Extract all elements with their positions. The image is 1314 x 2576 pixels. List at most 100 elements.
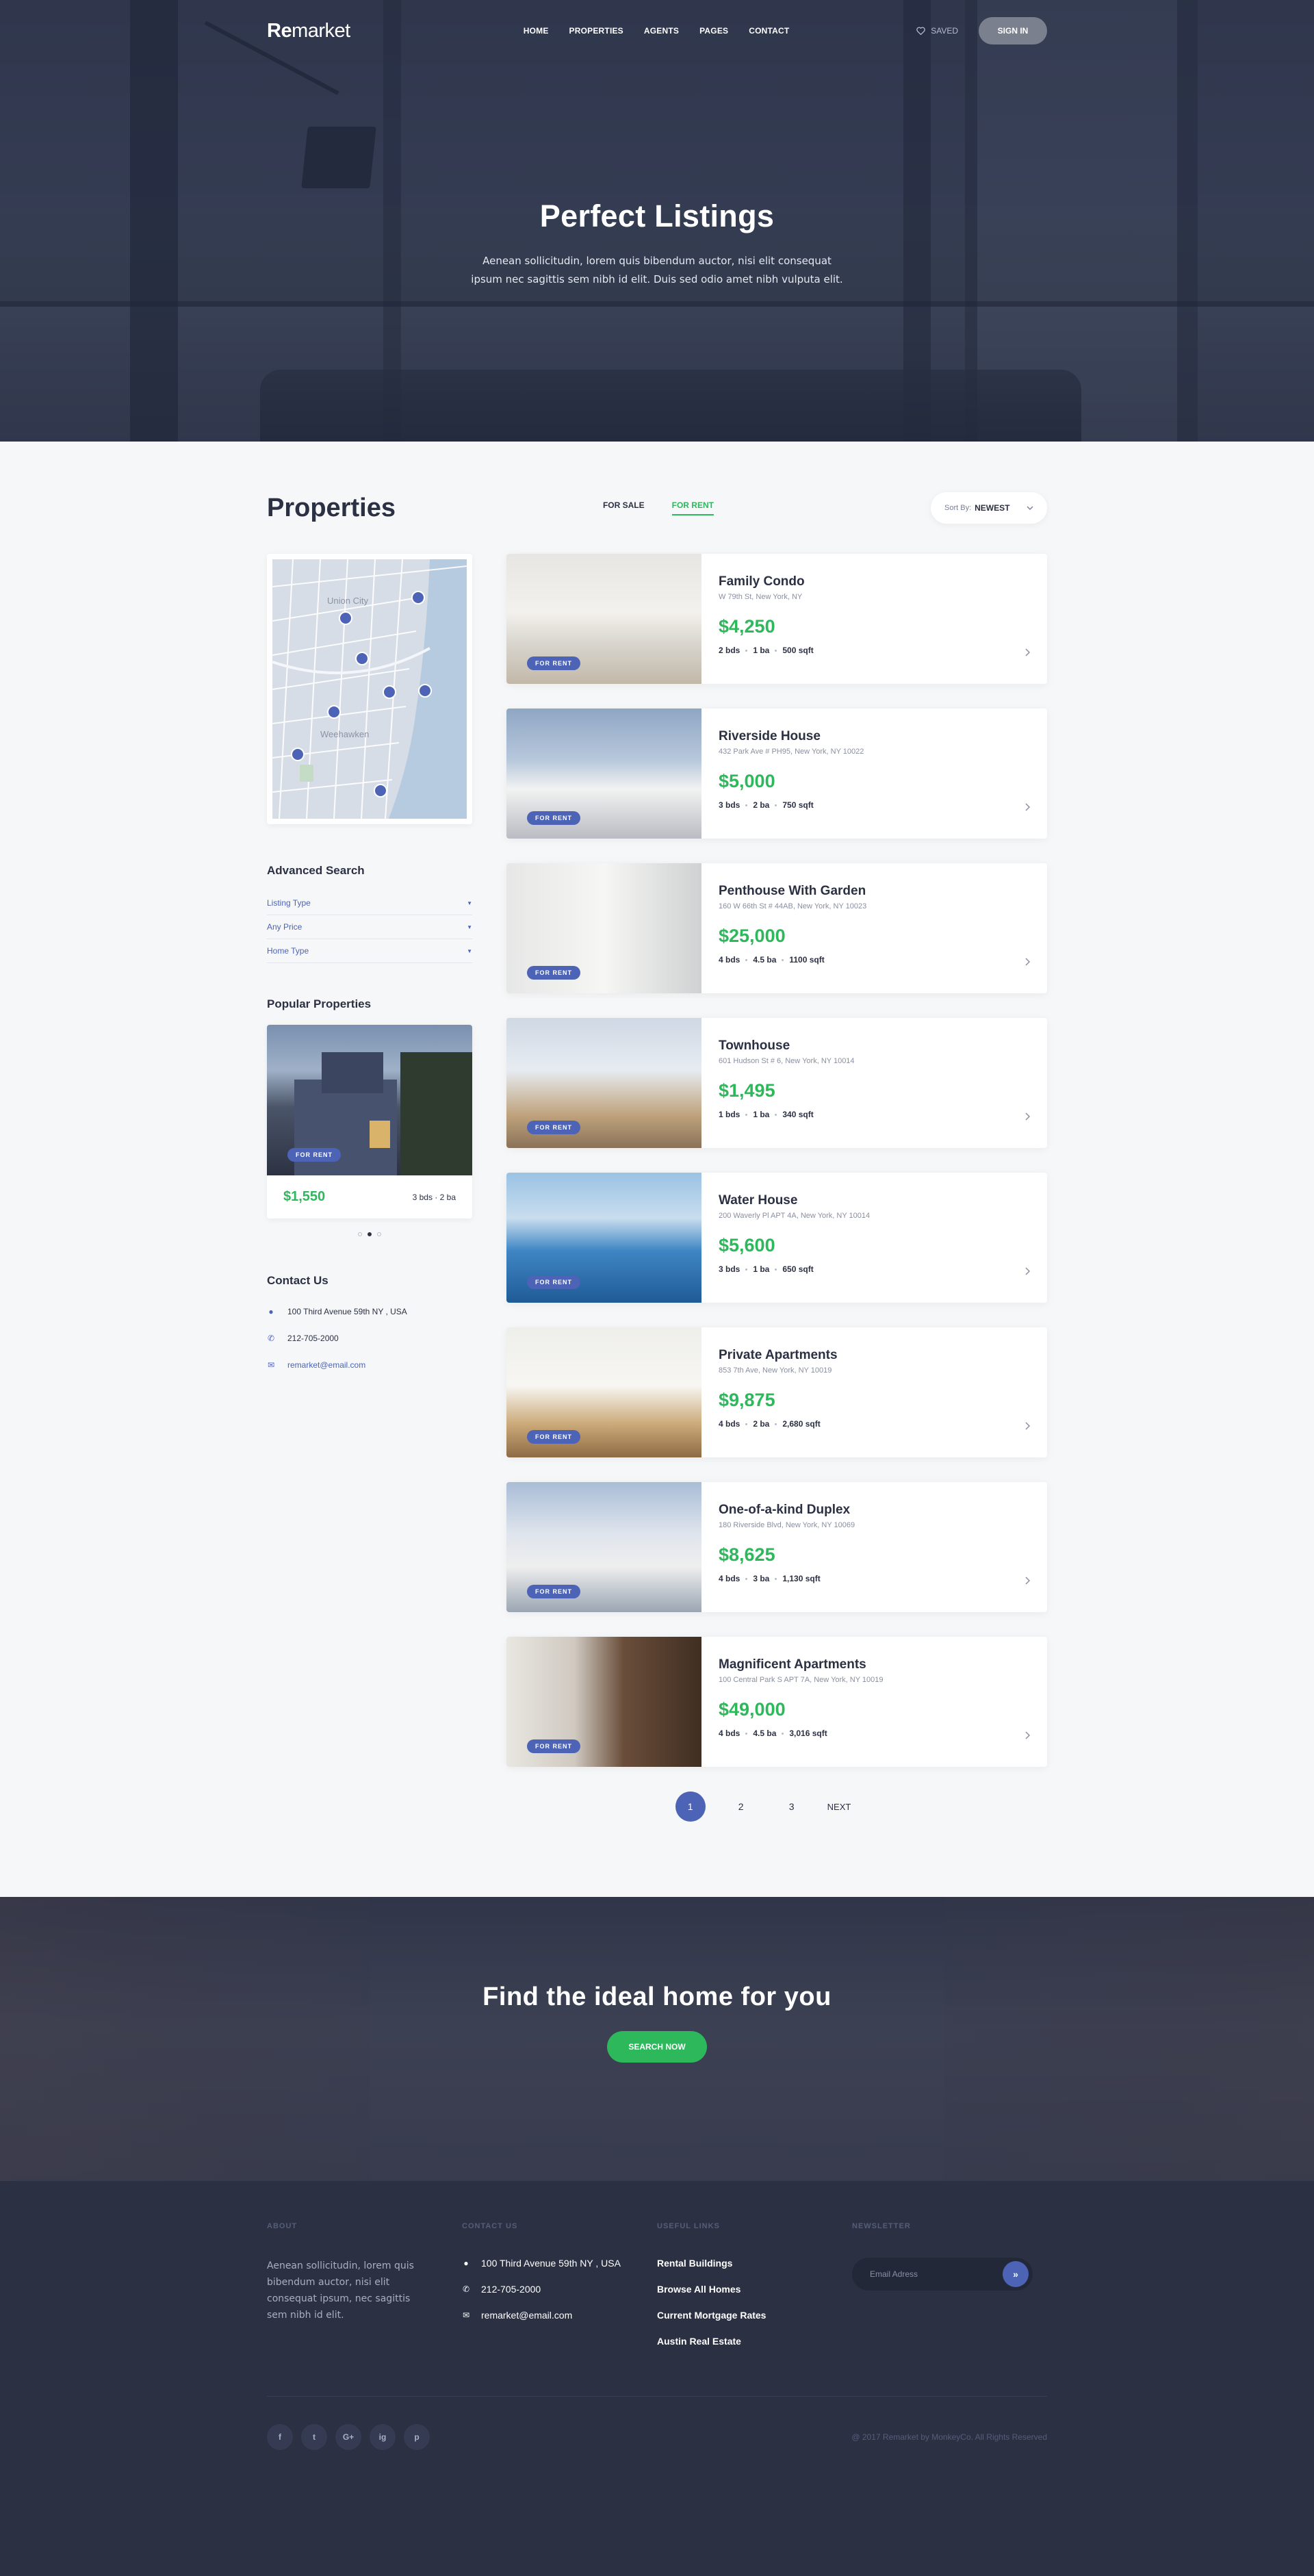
listing-address: 601 Hudson St # 6, New York, NY 10014 [719,1057,855,1065]
google-plus-icon[interactable]: G+ [335,2424,361,2450]
listing-address: 180 Riverside Blvd, New York, NY 10069 [719,1521,855,1529]
for-rent-badge: FOR RENT [527,1739,580,1753]
for-rent-badge: FOR RENT [287,1148,341,1162]
chevron-right-icon[interactable] [1025,1577,1030,1585]
listing-card[interactable]: FOR RENT Magnificent Apartments 100 Centra… [506,1637,1047,1767]
chevron-right-icon[interactable] [1025,1422,1030,1430]
saved-link[interactable]: SAVED [916,26,958,36]
logo[interactable]: Remarket [267,20,350,42]
page-2[interactable]: 2 [726,1791,756,1822]
footer-link-austin[interactable]: Austin Real Estate [657,2336,852,2347]
carousel-dot[interactable] [368,1232,372,1236]
map-marker[interactable] [383,685,396,699]
map-marker[interactable] [327,705,341,719]
listing-image[interactable]: FOR RENT [506,709,701,839]
page-1[interactable]: 1 [675,1791,706,1822]
listing-card[interactable]: FOR RENT Water House 200 Waverly Pl APT 4A… [506,1173,1047,1303]
search-now-button[interactable]: SEARCH NOW [607,2031,707,2063]
map-marker[interactable] [418,684,432,698]
map-marker[interactable] [355,652,369,665]
carousel-dot[interactable] [358,1232,362,1236]
listing-title[interactable]: Townhouse [719,1038,1030,1054]
listing-title[interactable]: Family Condo [719,574,1030,589]
listing-title[interactable]: Magnificent Apartments [719,1657,1030,1672]
pinterest-icon[interactable]: p [404,2424,430,2450]
newsletter-email-input[interactable] [870,2269,1003,2279]
popular-property-image[interactable]: FOR RENT [267,1025,472,1175]
listing-image[interactable]: FOR RENT [506,554,701,684]
map-widget[interactable]: Union City Weehawken [267,554,472,824]
nav-contact[interactable]: CONTACT [749,26,789,36]
map-marker[interactable] [339,611,352,625]
nav-properties[interactable]: PROPERTIES [569,26,623,36]
map-canvas[interactable]: Union City Weehawken [272,559,467,819]
listing-card[interactable]: FOR RENT Private Apartments 853 7th Ave, N… [506,1327,1047,1457]
footer-link-rental-buildings[interactable]: Rental Buildings [657,2258,852,2269]
separator-dot [745,1578,748,1581]
listing-title[interactable]: Private Apartments [719,1348,1030,1363]
filter-price[interactable]: Any Price ▼ [267,915,472,939]
chevron-right-icon[interactable] [1025,1112,1030,1121]
footer-link-mortgage-rates[interactable]: Current Mortgage Rates [657,2310,852,2321]
chevron-right-icon[interactable] [1025,958,1030,966]
popular-property-card[interactable]: FOR RENT $1,550 3 bds · 2 ba [267,1025,472,1219]
contact-phone: ✆ 212-705-2000 [267,1334,472,1343]
instagram-icon[interactable]: ig [370,2424,396,2450]
footer-email[interactable]: ✉ remarket@email.com [462,2310,657,2321]
sidebar: Union City Weehawken Advanced Search Lis… [267,554,472,1822]
listing-card[interactable]: FOR RENT One-of-a-kind Duplex 180 Riversid… [506,1482,1047,1612]
for-rent-badge: FOR RENT [527,811,580,825]
footer-links: USEFUL LINKS Rental Buildings Browse All… [657,2222,852,2362]
page-3[interactable]: 3 [777,1791,807,1822]
map-marker[interactable] [374,784,387,798]
listing-image[interactable]: FOR RENT [506,863,701,993]
hero-section: Remarket HOME PROPERTIES AGENTS PAGES CO… [0,0,1314,442]
listing-meta: 4 bds 4.5 ba 3,016 sqft [719,1729,1030,1738]
listing-area: 3,016 sqft [789,1729,827,1738]
chevron-right-icon[interactable] [1025,1731,1030,1739]
listing-card[interactable]: FOR RENT Penthouse With Garden 160 W 66th … [506,863,1047,993]
tab-for-sale[interactable]: FOR SALE [603,500,645,515]
listing-card[interactable]: FOR RENT Riverside House 432 Park Ave # PH… [506,709,1047,839]
listing-card[interactable]: FOR RENT Family Condo W 79th St, New York,… [506,554,1047,684]
newsletter-submit-button[interactable]: » [1003,2261,1029,2287]
nav-agents[interactable]: AGENTS [644,26,679,36]
listing-image[interactable]: FOR RENT [506,1018,701,1148]
next-page[interactable]: NEXT [827,1791,851,1822]
sort-dropdown[interactable]: Sort By: NEWEST [931,492,1047,524]
map-marker[interactable] [291,748,305,761]
nav-pages[interactable]: PAGES [699,26,728,36]
listing-image[interactable]: FOR RENT [506,1173,701,1303]
listing-card[interactable]: FOR RENT Townhouse 601 Hudson St # 6, New … [506,1018,1047,1148]
sign-in-button[interactable]: SIGN IN [979,17,1047,44]
facebook-icon[interactable]: f [267,2424,293,2450]
filter-listing-type[interactable]: Listing Type ▼ [267,891,472,915]
popular-meta: 3 bds · 2 ba [412,1192,456,1202]
listing-image[interactable]: FOR RENT [506,1637,701,1767]
nav-home[interactable]: HOME [524,26,549,36]
twitter-icon[interactable]: t [301,2424,327,2450]
listing-title[interactable]: Water House [719,1193,1030,1208]
listing-title[interactable]: One-of-a-kind Duplex [719,1503,1030,1518]
chevron-right-icon[interactable] [1025,648,1030,656]
listing-baths: 2 ba [753,800,770,810]
chevron-right-icon[interactable] [1025,1267,1030,1275]
footer-email-text: remarket@email.com [481,2310,573,2321]
carousel-dot[interactable] [377,1232,381,1236]
listing-baths: 2 ba [753,1419,770,1429]
listing-image[interactable]: FOR RENT [506,1327,701,1457]
footer-link-browse-homes[interactable]: Browse All Homes [657,2284,852,2295]
tab-for-rent[interactable]: FOR RENT [671,500,714,515]
listing-area: 1100 sqft [789,955,825,965]
contact-email[interactable]: ✉ remarket@email.com [267,1360,472,1370]
filter-home-type[interactable]: Home Type ▼ [267,939,472,963]
listing-title[interactable]: Penthouse With Garden [719,884,1030,899]
separator-dot [775,650,777,652]
separator-dot [775,804,777,807]
chevron-right-icon[interactable] [1025,803,1030,811]
listing-area: 2,680 sqft [782,1419,821,1429]
listing-image[interactable]: FOR RENT [506,1482,701,1612]
footer-contact: CONTACT US ● 100 Third Avenue 59th NY , U… [462,2222,657,2362]
listing-title[interactable]: Riverside House [719,729,1030,744]
map-marker[interactable] [411,591,425,604]
